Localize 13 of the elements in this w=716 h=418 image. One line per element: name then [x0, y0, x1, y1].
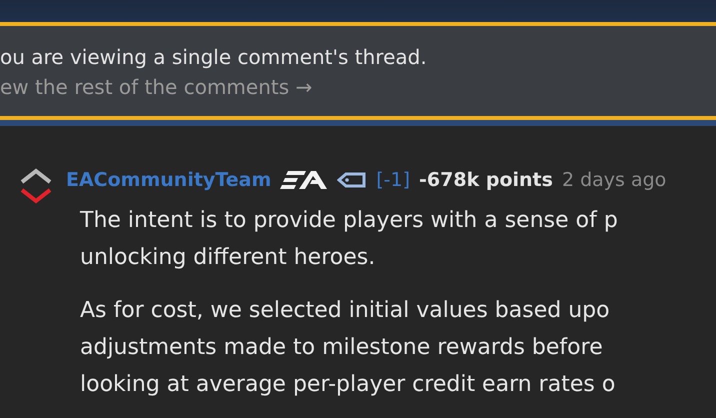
notice-text: ou are viewing a single comment's thread.: [0, 44, 428, 71]
tag-icon: [337, 171, 368, 189]
comment-text-line: The intent is to provide players with a sense of p: [80, 207, 619, 235]
comment-text-line: looking at average per-player credit earn rates o: [80, 371, 616, 399]
comment-text-line: As for cost, we selected initial values based upo: [80, 297, 611, 325]
comment-text-line: adjustments made to milestone rewards before: [80, 334, 604, 362]
timestamp: 2 days ago: [562, 169, 666, 191]
points-count: -678k points: [419, 169, 553, 191]
username-link[interactable]: EACommunityTeam: [66, 169, 272, 191]
comment-text-line: unlocking different heroes.: [80, 244, 376, 272]
score-adjustment: [-1]: [376, 169, 410, 191]
logo-icon: [280, 168, 328, 192]
view-all-comments-link[interactable]: ew the rest of the comments →: [0, 72, 312, 102]
